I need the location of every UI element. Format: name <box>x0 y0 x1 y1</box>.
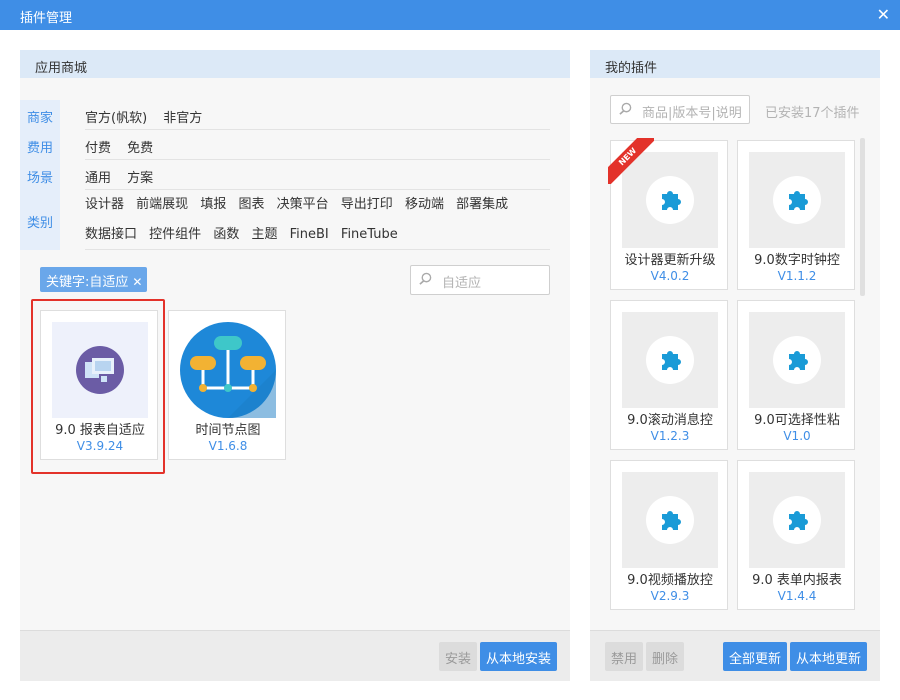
install-button[interactable]: 安装 <box>439 642 478 671</box>
disable-button[interactable]: 禁用 <box>605 642 644 671</box>
installed-count: 已安装17个插件 <box>765 106 860 121</box>
new-badge: NEW <box>608 138 654 184</box>
filter-category-type: 类别 <box>20 190 60 250</box>
window-title: 插件管理 <box>20 11 73 26</box>
puzzle-icon <box>749 312 845 408</box>
search-icon <box>619 102 632 115</box>
plugin-name: 设计器更新升级 <box>624 253 716 268</box>
filter-item[interactable]: 主题 <box>251 220 277 250</box>
install-local-button[interactable]: 从本地安装 <box>480 642 558 671</box>
my-plugins-search-input[interactable]: 商品|版本号|说明 <box>610 95 750 124</box>
puzzle-icon <box>749 152 845 248</box>
plugin-card[interactable]: 9.0视频播放控 V2.9.3 <box>610 460 728 610</box>
filter-item[interactable]: 非官方 <box>163 107 202 126</box>
plugin-card[interactable]: 9.0数字时钟控 V1.1.2 <box>737 140 855 290</box>
filter-item[interactable]: 付费 <box>85 137 111 156</box>
filter-row-scene: 通用 方案 <box>85 160 550 190</box>
filter-category-fee: 费用 <box>20 130 60 160</box>
app-store-header: 应用商城 <box>20 50 570 78</box>
plugin-name: 9.0 表单内报表 <box>752 573 842 588</box>
store-footer: 安装 从本地安装 <box>20 630 570 681</box>
plugin-name: 9.0视频播放控 <box>627 573 713 588</box>
plugin-version: V4.0.2 <box>650 269 690 283</box>
report-adaptive-icon <box>52 322 148 418</box>
search-icon <box>419 272 432 285</box>
filter-category-scene: 场景 <box>20 160 60 190</box>
plugin-version: V1.1.2 <box>777 269 817 283</box>
filter-item[interactable]: 决策平台 <box>277 190 329 220</box>
filter-item[interactable]: 通用 <box>85 167 111 186</box>
filter-item[interactable]: 图表 <box>238 190 264 220</box>
store-search-value: 自适应 <box>442 276 482 291</box>
filter-item[interactable]: 免费 <box>127 137 153 156</box>
app-store-panel: 应用商城 商家 费用 场景 类别 官方(帆软) 非官方 付费 免费 通用 方案 … <box>20 50 570 681</box>
filter-item[interactable]: 设计器 <box>85 190 124 220</box>
plugin-name: 9.0滚动消息控 <box>627 413 713 428</box>
filter-item[interactable]: 填报 <box>200 190 226 220</box>
puzzle-icon <box>622 472 718 568</box>
plugin-version: V1.4.4 <box>777 589 817 603</box>
plugin-name: 9.0数字时钟控 <box>754 253 840 268</box>
filter-row-vendor: 官方(帆软) 非官方 <box>85 100 550 130</box>
filter-item[interactable]: FineBI <box>290 220 329 250</box>
update-all-button[interactable]: 全部更新 <box>723 642 788 671</box>
filter-row-type: 设计器 前端展现 填报 图表 决策平台 导出打印 移动端 部署集成 数据接口 控… <box>85 190 550 250</box>
filter-category-vendor: 商家 <box>20 100 60 130</box>
plugin-version: V3.9.24 <box>76 439 124 453</box>
filter-item[interactable]: 导出打印 <box>341 190 393 220</box>
update-local-button[interactable]: 从本地更新 <box>790 642 868 671</box>
plugin-version: V1.6.8 <box>208 439 248 453</box>
filter-item[interactable]: 前端展现 <box>136 190 188 220</box>
plugin-version: V1.2.3 <box>650 429 690 443</box>
plugin-version: V2.9.3 <box>650 589 690 603</box>
filter-item[interactable]: 官方(帆软) <box>85 107 147 126</box>
delete-button[interactable]: 删除 <box>646 642 685 671</box>
filter-item[interactable]: 方案 <box>127 167 153 186</box>
plugin-card[interactable]: 时间节点图 V1.6.8 <box>168 310 286 460</box>
store-search-input[interactable]: 自适应 <box>410 265 550 295</box>
my-plugins-header: 我的插件 <box>590 50 880 78</box>
plugin-card[interactable]: 9.0 报表自适应 V3.9.24 <box>40 310 158 460</box>
my-plugins-panel: 我的插件 商品|版本号|说明 已安装17个插件 NEW 设计器更新升级 V4.0… <box>590 50 880 681</box>
filter-item[interactable]: 移动端 <box>405 190 444 220</box>
my-plugins-footer: 禁用 删除 全部更新 从本地更新 <box>590 630 880 681</box>
close-icon[interactable]: ✕ <box>877 5 890 24</box>
filter-item[interactable]: 数据接口 <box>85 220 137 250</box>
plugin-card[interactable]: 9.0滚动消息控 V1.2.3 <box>610 300 728 450</box>
plugin-name: 9.0 报表自适应 <box>55 423 145 438</box>
filter-item[interactable]: FineTube <box>341 220 398 250</box>
filter-item[interactable]: 函数 <box>213 220 239 250</box>
plugin-name: 时间节点图 <box>195 423 261 438</box>
filter-item[interactable]: 部署集成 <box>456 190 508 220</box>
puzzle-icon <box>622 312 718 408</box>
keyword-tag: 关键字:自适应 ✕ <box>40 267 148 292</box>
timeline-nodes-icon <box>180 322 276 418</box>
remove-keyword-icon[interactable]: ✕ <box>132 275 142 289</box>
plugin-card[interactable]: 9.0可选择性粘 V1.0 <box>737 300 855 450</box>
plugin-name: 9.0可选择性粘 <box>754 413 840 428</box>
plugin-card[interactable]: 9.0 表单内报表 V1.4.4 <box>737 460 855 610</box>
plugin-card[interactable]: NEW 设计器更新升级 V4.0.2 <box>608 138 728 290</box>
my-plugins-search-placeholder: 商品|版本号|说明 <box>642 106 742 121</box>
filter-item[interactable]: 控件组件 <box>149 220 201 250</box>
keyword-tag-label: 关键字:自适应 <box>46 275 129 290</box>
plugins-scrollbar[interactable] <box>860 138 865 296</box>
title-bar: 插件管理 ✕ <box>0 0 900 30</box>
filter-row-fee: 付费 免费 <box>85 130 550 160</box>
puzzle-icon <box>749 472 845 568</box>
plugin-version: V1.0 <box>783 429 811 443</box>
